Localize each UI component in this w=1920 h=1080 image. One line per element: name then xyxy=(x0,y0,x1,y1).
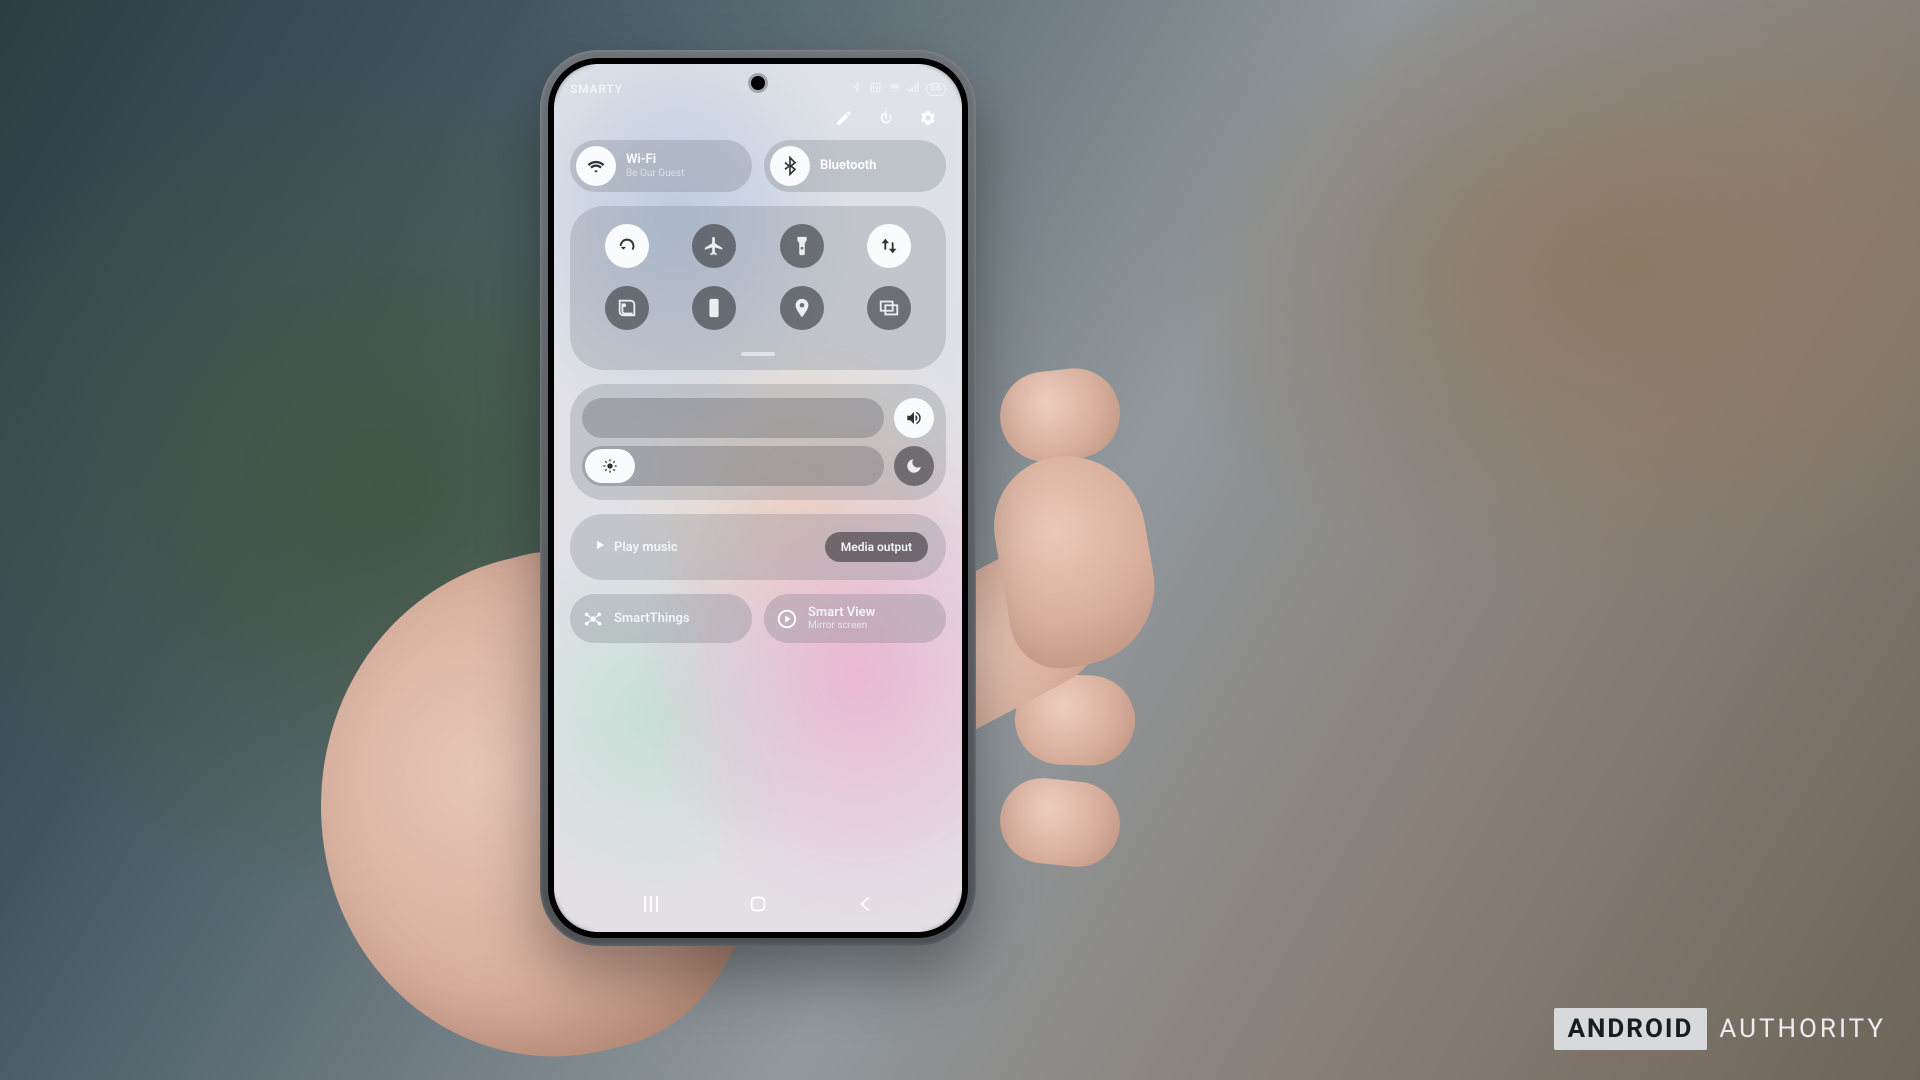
carrier-label: SMARTY xyxy=(570,82,623,96)
phone-frame: SMARTY 86 xyxy=(540,50,976,946)
dark-mode-button[interactable] xyxy=(894,446,934,486)
navigation-bar xyxy=(554,886,962,922)
quick-toggle-panel xyxy=(570,206,946,370)
wifi-title: Wi-Fi xyxy=(626,153,684,167)
play-icon xyxy=(594,539,606,555)
bluetooth-icon[interactable] xyxy=(770,146,810,186)
connectivity-row: Wi-Fi Be Our Guest Bluetooth xyxy=(570,140,946,192)
wifi-status-icon xyxy=(888,81,901,97)
battery-level: 86 xyxy=(926,83,946,96)
phone-screen: SMARTY 86 xyxy=(554,64,962,932)
punch-hole-camera xyxy=(751,76,765,90)
mute-icon xyxy=(596,410,612,430)
status-icons: 86 xyxy=(850,81,946,97)
brightness-thumb[interactable] xyxy=(585,449,635,483)
mobile-data-toggle[interactable] xyxy=(867,224,911,268)
wifi-tile[interactable]: Wi-Fi Be Our Guest xyxy=(570,140,752,192)
watermark-brand-boxed: ANDROID xyxy=(1554,1008,1708,1050)
watermark-brand-rest: AUTHORITY xyxy=(1719,1014,1886,1044)
drag-handle-icon[interactable] xyxy=(741,352,775,356)
location-toggle[interactable] xyxy=(780,286,824,330)
mobile-hotspot-toggle[interactable] xyxy=(605,286,649,330)
multi-window-toggle[interactable] xyxy=(867,286,911,330)
play-music-label: Play music xyxy=(614,540,678,555)
smartview-tile[interactable]: Smart View Mirror screen xyxy=(764,594,946,643)
photo-background: SMARTY 86 xyxy=(0,0,1920,1080)
smartview-title: Smart View xyxy=(808,606,875,620)
smartthings-icon xyxy=(582,608,604,630)
recents-button[interactable] xyxy=(640,893,662,915)
wifi-icon[interactable] xyxy=(576,146,616,186)
brightness-slider-row xyxy=(580,442,936,490)
bluetooth-tile[interactable]: Bluetooth xyxy=(764,140,946,192)
volume-expand-button[interactable] xyxy=(894,398,934,438)
watermark: ANDROID AUTHORITY xyxy=(1554,1008,1886,1050)
power-saving-toggle[interactable] xyxy=(692,286,736,330)
smartthings-label: SmartThings xyxy=(614,611,690,626)
smartthings-tile[interactable]: SmartThings xyxy=(570,594,752,643)
bluetooth-status-icon xyxy=(850,81,863,97)
wifi-subtitle: Be Our Guest xyxy=(626,168,684,179)
edit-icon[interactable] xyxy=(834,108,854,128)
media-output-button[interactable]: Media output xyxy=(825,532,928,562)
home-button[interactable] xyxy=(747,893,769,915)
panel-actions xyxy=(570,102,946,140)
smartview-icon xyxy=(776,608,798,630)
signal-status-icon xyxy=(907,81,920,97)
sliders-panel xyxy=(570,384,946,500)
airplane-mode-toggle[interactable] xyxy=(692,224,736,268)
volume-slider-row xyxy=(580,394,936,442)
smartview-subtitle: Mirror screen xyxy=(808,620,875,631)
back-button[interactable] xyxy=(855,893,877,915)
smart-row: SmartThings Smart View Mirror screen xyxy=(570,594,946,643)
nfc-status-icon xyxy=(869,81,882,97)
volume-slider[interactable] xyxy=(582,398,884,438)
media-panel: Play music Media output xyxy=(570,514,946,580)
power-icon[interactable] xyxy=(876,108,896,128)
bluetooth-title: Bluetooth xyxy=(820,159,876,173)
flashlight-toggle[interactable] xyxy=(780,224,824,268)
gear-icon[interactable] xyxy=(918,108,938,128)
play-music-button[interactable]: Play music xyxy=(594,539,678,555)
brightness-slider[interactable] xyxy=(582,446,884,486)
auto-rotate-toggle[interactable] xyxy=(605,224,649,268)
